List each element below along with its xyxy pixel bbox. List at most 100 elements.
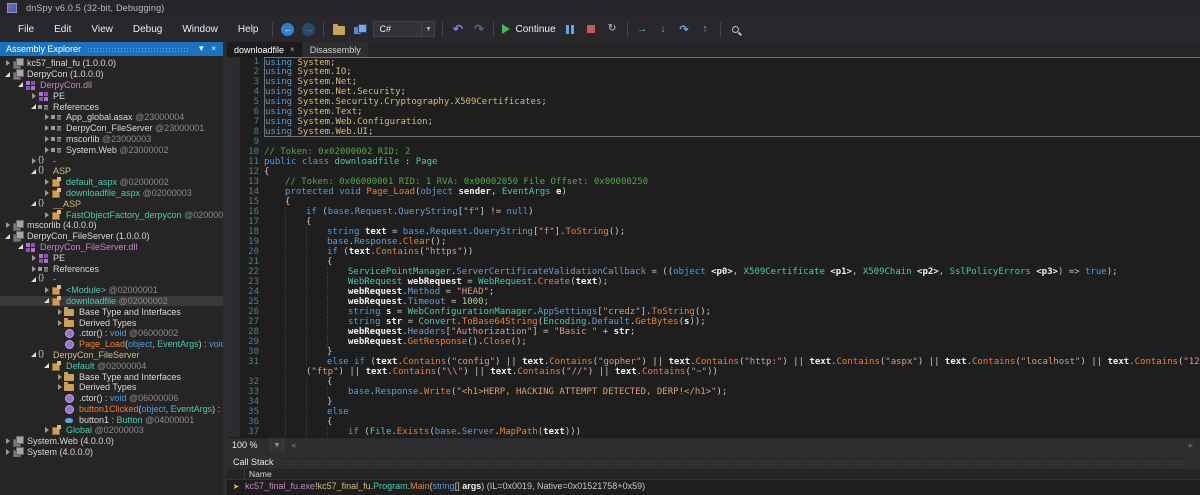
- code-line[interactable]: 30}: [227, 347, 1200, 357]
- menu-window[interactable]: Window: [172, 20, 228, 39]
- open-button[interactable]: [329, 20, 348, 39]
- tree-item[interactable]: DerpyCon_FileServer.dll: [0, 242, 223, 253]
- breakpoint-margin[interactable]: [227, 107, 240, 117]
- breakpoint-margin[interactable]: [227, 187, 240, 197]
- scroll-left-icon[interactable]: ◄: [284, 441, 302, 450]
- tree-item[interactable]: System (4.0.0.0): [0, 447, 223, 458]
- collapsed-arrow-icon[interactable]: [29, 158, 38, 164]
- breakpoint-margin[interactable]: [227, 237, 240, 247]
- collapsed-arrow-icon[interactable]: [42, 287, 51, 293]
- expanded-arrow-icon[interactable]: [29, 169, 38, 174]
- collapsed-arrow-icon[interactable]: [42, 190, 51, 196]
- horizontal-scrollbar[interactable]: ◄ ►: [284, 438, 1200, 452]
- panel-position-chevron-icon[interactable]: ▼: [194, 45, 208, 53]
- tree-item[interactable]: DerpyCon_FileServer (1.0.0.0): [0, 231, 223, 242]
- tree-item[interactable]: button1Clicked(object, EventArgs) : void: [0, 404, 223, 415]
- breakpoint-margin[interactable]: [227, 337, 240, 347]
- tree-item[interactable]: .ctor() : void @06000002: [0, 328, 223, 339]
- code-line[interactable]: 20if (text.Contains("https")): [227, 247, 1200, 257]
- tree-item[interactable]: button1 : Button @04000001: [0, 414, 223, 425]
- menu-help[interactable]: Help: [228, 20, 269, 39]
- collapsed-arrow-icon[interactable]: [3, 60, 12, 66]
- breakpoint-margin[interactable]: [227, 267, 240, 277]
- code-line[interactable]: 11public class downloadfile : Page: [227, 157, 1200, 167]
- tree-item[interactable]: downloadfile @02000002: [0, 296, 223, 307]
- code-line[interactable]: 16if (base.Request.QueryString["f"] != n…: [227, 207, 1200, 217]
- tree-item[interactable]: Global @02000003: [0, 425, 223, 436]
- code-line[interactable]: 37if (File.Exists(base.Server.MapPath(te…: [227, 427, 1200, 437]
- code-line[interactable]: 4using System.Net.Security;: [227, 87, 1200, 97]
- tree-item[interactable]: System.Web @23000002: [0, 144, 223, 155]
- step-into-button[interactable]: ↓: [654, 20, 673, 39]
- code-line[interactable]: 15{: [227, 197, 1200, 207]
- breakpoint-margin[interactable]: [227, 257, 240, 267]
- code-line[interactable]: 13// Token: 0x06000001 RID: 1 RVA: 0x000…: [227, 177, 1200, 187]
- zoom-dropdown[interactable]: ▼: [271, 438, 284, 452]
- breakpoint-margin[interactable]: [227, 157, 240, 167]
- breakpoint-margin[interactable]: [227, 407, 240, 417]
- collapsed-arrow-icon[interactable]: [42, 212, 51, 218]
- breakpoint-margin[interactable]: [227, 167, 240, 177]
- collapsed-arrow-icon[interactable]: [3, 449, 12, 455]
- tree-item[interactable]: default_aspx @02000002: [0, 177, 223, 188]
- code-line[interactable]: ("ftp") || text.Contains("\\") || text.C…: [227, 367, 1200, 377]
- code-line[interactable]: 27string str = Convert.ToBase64String(En…: [227, 317, 1200, 327]
- breakpoint-margin[interactable]: [227, 357, 240, 367]
- collapsed-arrow-icon[interactable]: [55, 320, 64, 326]
- code-line[interactable]: 17{: [227, 217, 1200, 227]
- code-line[interactable]: 3using System.Net;: [227, 77, 1200, 87]
- save-module-button[interactable]: [350, 20, 369, 39]
- breakpoint-margin[interactable]: [227, 87, 240, 97]
- breakpoint-margin[interactable]: [227, 177, 240, 187]
- tree-item[interactable]: kc57_final_fu (1.0.0.0): [0, 58, 223, 69]
- undo-button[interactable]: ↶: [448, 20, 467, 39]
- code-line[interactable]: 31else if (text.Contains("config") || te…: [227, 357, 1200, 367]
- tree-item[interactable]: PE: [0, 90, 223, 101]
- tab-disassembly[interactable]: Disassembly: [303, 42, 368, 57]
- close-icon[interactable]: ×: [290, 45, 295, 54]
- breakpoint-margin[interactable]: [227, 417, 240, 427]
- breakpoint-margin[interactable]: [227, 147, 240, 157]
- tree-item[interactable]: DerpyCon_FileServer: [0, 350, 223, 361]
- tree-item[interactable]: <Module> @02000001: [0, 285, 223, 296]
- code-line[interactable]: 21{: [227, 257, 1200, 267]
- code-line[interactable]: 33base.Response.Write("<h1>HERP, HACKING…: [227, 387, 1200, 397]
- collapsed-arrow-icon[interactable]: [55, 374, 64, 380]
- breakpoint-margin[interactable]: [227, 77, 240, 87]
- collapsed-arrow-icon[interactable]: [55, 309, 64, 315]
- tree-item[interactable]: mscorlib @23000003: [0, 134, 223, 145]
- tree-item[interactable]: System.Web (4.0.0.0): [0, 436, 223, 447]
- collapsed-arrow-icon[interactable]: [42, 427, 51, 433]
- code-line[interactable]: 18string text = base.Request.QueryString…: [227, 227, 1200, 237]
- breakpoint-margin[interactable]: [227, 297, 240, 307]
- expanded-arrow-icon[interactable]: [16, 82, 25, 87]
- code-line[interactable]: 2using System.IO;: [227, 67, 1200, 77]
- tree-item[interactable]: PE: [0, 252, 223, 263]
- name-column-header[interactable]: Name: [245, 469, 272, 479]
- stop-debugging-button[interactable]: [582, 20, 601, 39]
- scroll-right-icon[interactable]: ►: [1182, 441, 1200, 450]
- breakpoint-margin[interactable]: [227, 377, 240, 387]
- step-over-button[interactable]: ↷: [675, 20, 694, 39]
- code-line[interactable]: 24webRequest.Method = "HEAD";: [227, 287, 1200, 297]
- expanded-arrow-icon[interactable]: [29, 277, 38, 282]
- collapsed-arrow-icon[interactable]: [3, 438, 12, 444]
- tree-item[interactable]: DerpyCon (1.0.0.0): [0, 69, 223, 80]
- breakpoint-margin[interactable]: [227, 387, 240, 397]
- breakpoint-margin[interactable]: [227, 427, 240, 437]
- show-next-statement-button[interactable]: →: [633, 20, 652, 39]
- restart-button[interactable]: ↻: [603, 20, 622, 39]
- call-stack-frame[interactable]: ➤kc57_final_fu.exe!kc57_final_fu.Program…: [227, 480, 1200, 492]
- tree-item[interactable]: -: [0, 155, 223, 166]
- breakpoint-margin[interactable]: [227, 287, 240, 297]
- search-button[interactable]: [726, 20, 745, 39]
- breakpoint-margin[interactable]: [227, 67, 240, 77]
- tree-item[interactable]: .ctor() : void @06000006: [0, 393, 223, 404]
- code-line[interactable]: 34}: [227, 397, 1200, 407]
- breakpoint-margin[interactable]: [227, 397, 240, 407]
- tree-item[interactable]: App_global.asax @23000004: [0, 112, 223, 123]
- menu-file[interactable]: File: [8, 20, 44, 39]
- tree-item[interactable]: DerpyCon.dll: [0, 80, 223, 91]
- tree-item[interactable]: mscorlib (4.0.0.0): [0, 220, 223, 231]
- code-line[interactable]: 5using System.Security.Cryptography.X509…: [227, 97, 1200, 107]
